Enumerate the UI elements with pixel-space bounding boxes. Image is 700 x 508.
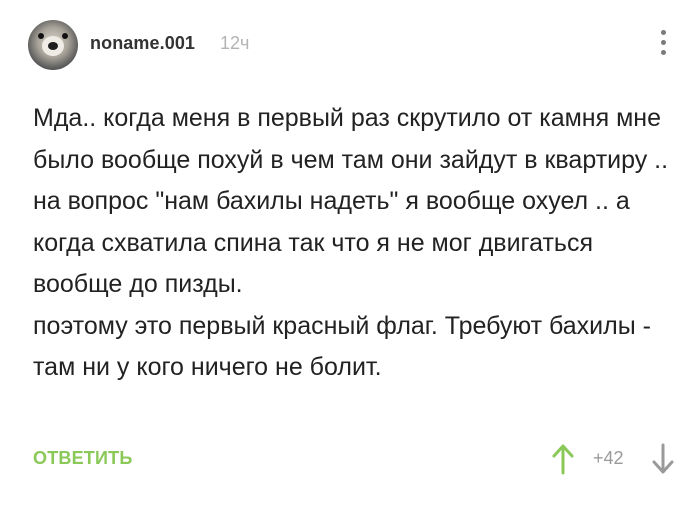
avatar-nose xyxy=(48,42,58,50)
comment-card: noname.001 12ч Мда.. когда меня в первый… xyxy=(0,0,700,508)
arrow-up-icon[interactable] xyxy=(551,442,575,476)
avatar-eye-right xyxy=(62,33,68,39)
avatar[interactable] xyxy=(28,20,78,70)
rating-score: +42 xyxy=(593,448,624,468)
comment-time: 12ч xyxy=(220,33,250,53)
comment-body: Мда.. когда меня в первый раз скрутило о… xyxy=(33,98,673,389)
comment-paragraph: Мда.. когда меня в первый раз скрутило о… xyxy=(33,104,669,298)
comment-header: noname.001 12ч xyxy=(28,20,680,72)
avatar-eye-left xyxy=(38,33,44,39)
author-name[interactable]: noname.001 xyxy=(90,33,195,54)
arrow-down-icon[interactable] xyxy=(651,442,675,476)
comment-paragraph: поэтому это первый красный флаг. Требуют… xyxy=(33,311,651,382)
reply-button[interactable]: ОТВЕТИТЬ xyxy=(33,448,132,469)
vertical-dots-icon[interactable] xyxy=(658,30,668,62)
comment-footer: ОТВЕТИТЬ +42 xyxy=(33,442,680,482)
